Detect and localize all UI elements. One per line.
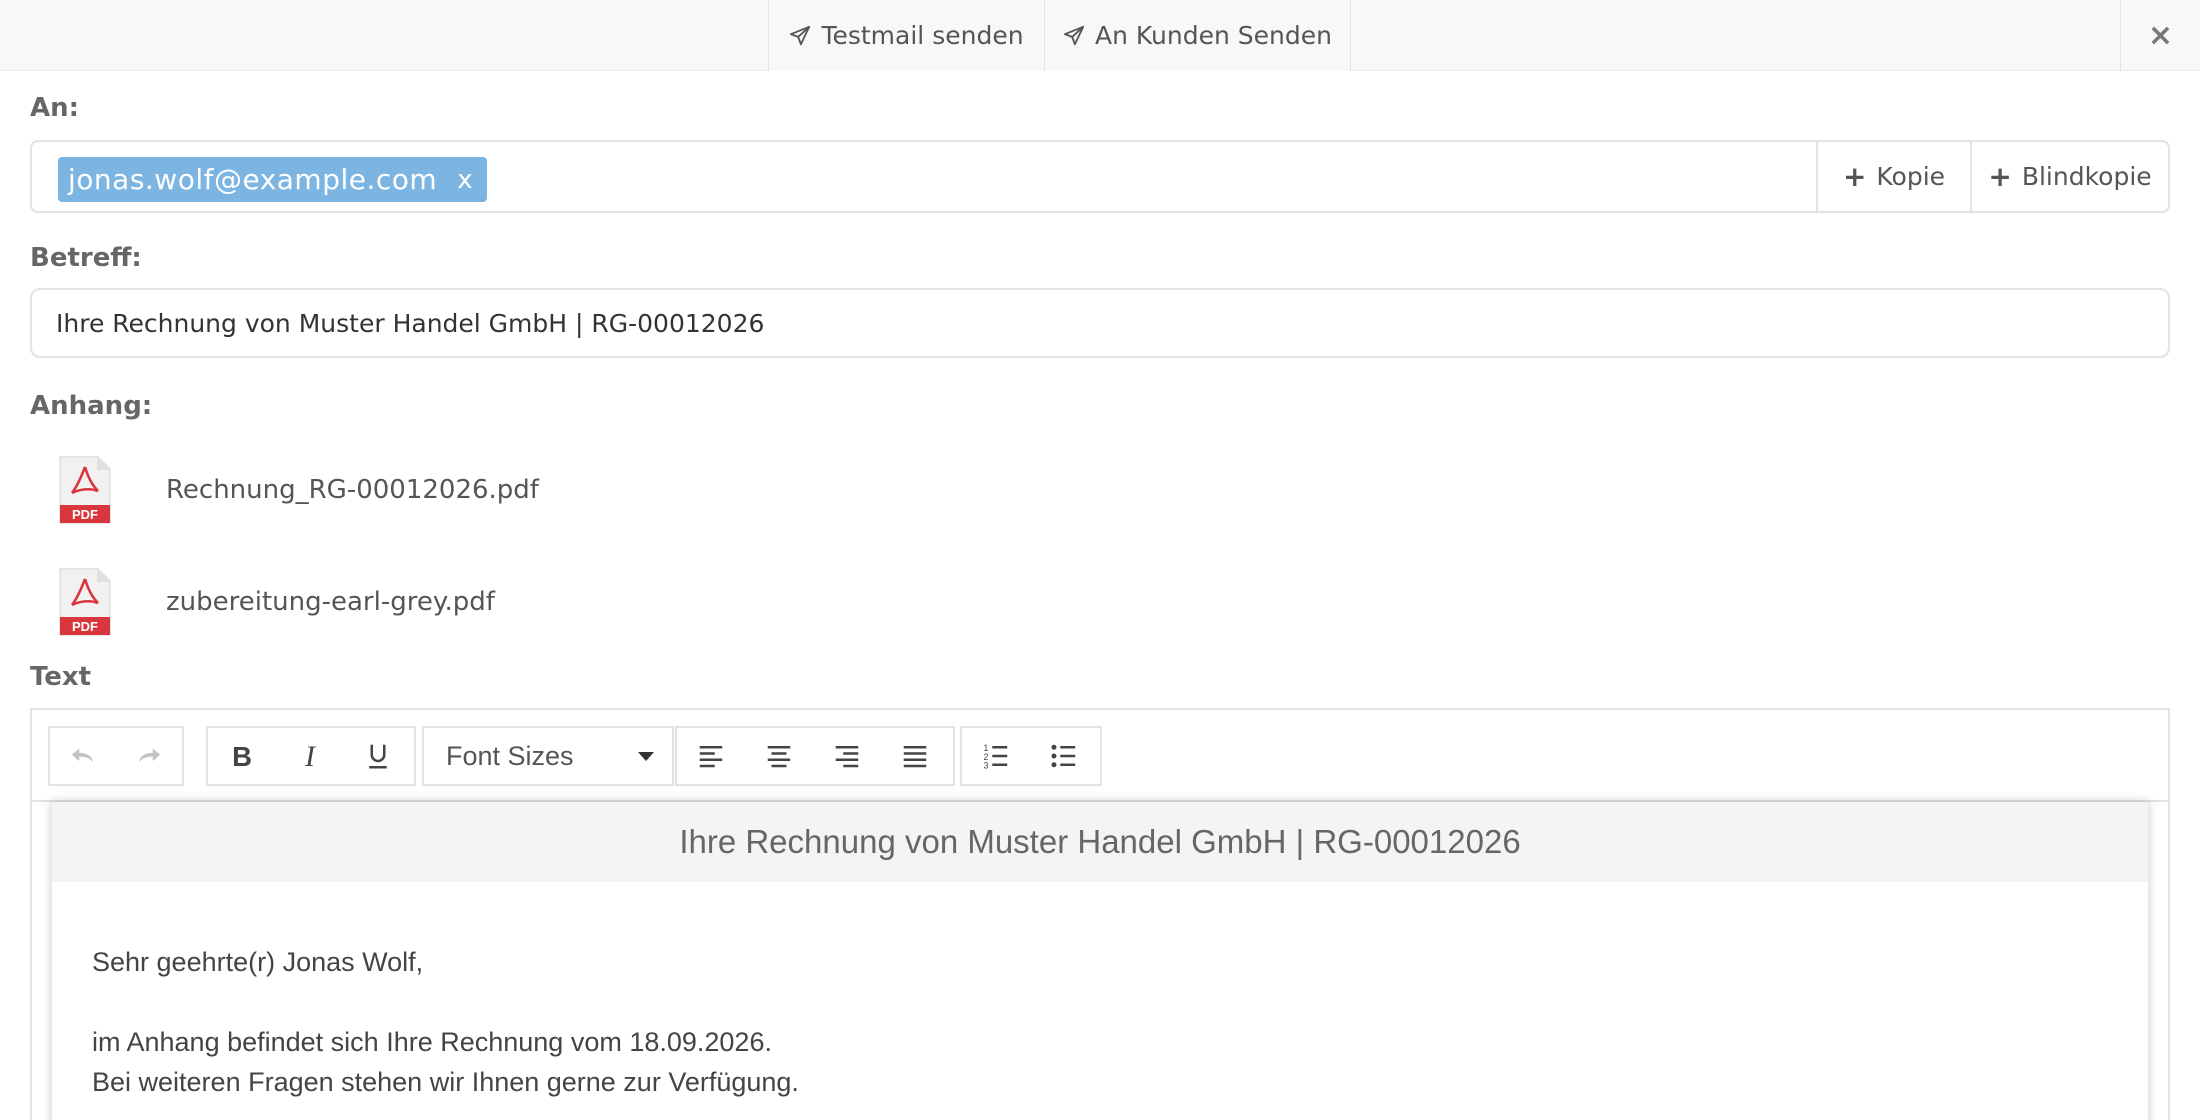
body-line-2: Bei weiteren Fragen stehen wir Ihnen ger… bbox=[92, 1067, 799, 1097]
editor-toolbar: B I Font Sizes 1 2 3 bbox=[32, 710, 2168, 802]
svg-text:I: I bbox=[304, 741, 317, 771]
svg-text:3: 3 bbox=[984, 761, 989, 771]
redo-icon bbox=[139, 748, 161, 763]
rich-text-editor: B I Font Sizes 1 2 3 Ihre Rechnung von M… bbox=[30, 708, 2170, 1120]
align-right-button[interactable] bbox=[813, 728, 881, 784]
add-bcc-label: Blindkopie bbox=[2021, 162, 2152, 191]
align-justify-button[interactable] bbox=[881, 728, 949, 784]
underline-button[interactable] bbox=[344, 728, 412, 784]
attachment-item[interactable]: PDF Rechnung_RG-00012026.pdf bbox=[56, 455, 539, 525]
send-testmail-button[interactable]: Testmail senden bbox=[768, 0, 1045, 71]
svg-text:PDF: PDF bbox=[72, 619, 98, 634]
italic-button[interactable]: I bbox=[276, 728, 344, 784]
list-group: 123 bbox=[960, 726, 1102, 786]
paper-plane-icon bbox=[790, 25, 811, 45]
to-label: An: bbox=[30, 93, 80, 123]
align-right-icon bbox=[835, 746, 859, 768]
bold-button[interactable]: B bbox=[208, 728, 276, 784]
pdf-icon: PDF bbox=[59, 568, 111, 636]
bullet-list-icon bbox=[1051, 744, 1076, 768]
font-size-label: Font Sizes bbox=[446, 740, 574, 771]
undo-button[interactable] bbox=[50, 728, 116, 784]
alignment-group bbox=[675, 726, 955, 786]
font-size-group: Font Sizes bbox=[422, 726, 674, 786]
recipient-field[interactable]: jonas.wolf@example.com x + Kopie + Blind… bbox=[30, 140, 2170, 213]
underline-icon bbox=[369, 744, 387, 769]
ordered-list-icon: 123 bbox=[984, 743, 1008, 771]
align-justify-icon bbox=[903, 746, 927, 768]
attachments-label: Anhang: bbox=[30, 391, 153, 421]
svg-text:B: B bbox=[232, 741, 252, 771]
recipient-chip[interactable]: jonas.wolf@example.com x bbox=[58, 157, 488, 202]
redo-button[interactable] bbox=[116, 728, 182, 784]
remove-recipient-button[interactable]: x bbox=[457, 165, 473, 195]
body-line-1: im Anhang befindet sich Ihre Rechnung vo… bbox=[92, 1027, 772, 1057]
attachment-name: zubereitung-earl-grey.pdf bbox=[166, 587, 495, 617]
paper-plane-icon bbox=[1063, 25, 1085, 45]
text-label: Text bbox=[30, 662, 92, 692]
italic-icon: I bbox=[304, 741, 317, 771]
top-toolbar: Testmail senden An Kunden Senden × bbox=[0, 0, 2200, 71]
pdf-icon: PDF bbox=[59, 456, 111, 524]
add-cc-label: Kopie bbox=[1876, 162, 1946, 191]
svg-text:PDF: PDF bbox=[72, 507, 98, 522]
email-document[interactable]: Ihre Rechnung von Muster Handel GmbH | R… bbox=[52, 802, 2148, 1120]
send-to-customer-label: An Kunden Senden bbox=[1095, 21, 1332, 50]
add-cc-button[interactable]: + Kopie bbox=[1816, 142, 1970, 211]
close-button[interactable]: × bbox=[2120, 0, 2200, 71]
greeting-text: Sehr geehrte(r) Jonas Wolf, bbox=[92, 947, 424, 977]
bullet-list-button[interactable] bbox=[1030, 728, 1098, 784]
bold-icon: B bbox=[232, 741, 252, 771]
send-testmail-label: Testmail senden bbox=[821, 21, 1024, 50]
subject-input[interactable] bbox=[30, 288, 2170, 358]
plus-icon: + bbox=[1842, 160, 1867, 193]
align-center-icon bbox=[767, 746, 791, 768]
send-to-customer-button[interactable]: An Kunden Senden bbox=[1045, 0, 1351, 71]
ordered-list-button[interactable]: 123 bbox=[962, 728, 1030, 784]
add-bcc-button[interactable]: + Blindkopie bbox=[1970, 142, 2168, 211]
document-body: Sehr geehrte(r) Jonas Wolf, im Anhang be… bbox=[52, 882, 2148, 1102]
history-group bbox=[48, 726, 184, 786]
document-title: Ihre Rechnung von Muster Handel GmbH | R… bbox=[52, 802, 2148, 882]
format-group: B I bbox=[206, 726, 416, 786]
align-center-button[interactable] bbox=[745, 728, 813, 784]
recipient-email: jonas.wolf@example.com bbox=[68, 163, 438, 196]
subject-label: Betreff: bbox=[30, 243, 142, 273]
attachment-name: Rechnung_RG-00012026.pdf bbox=[166, 475, 539, 505]
font-size-dropdown[interactable]: Font Sizes bbox=[424, 728, 672, 784]
caret-down-icon bbox=[638, 751, 654, 761]
align-left-icon bbox=[699, 746, 723, 768]
undo-icon bbox=[71, 748, 93, 763]
plus-icon: + bbox=[1988, 160, 2012, 193]
align-left-button[interactable] bbox=[677, 728, 745, 784]
attachment-item[interactable]: PDF zubereitung-earl-grey.pdf bbox=[56, 567, 495, 637]
